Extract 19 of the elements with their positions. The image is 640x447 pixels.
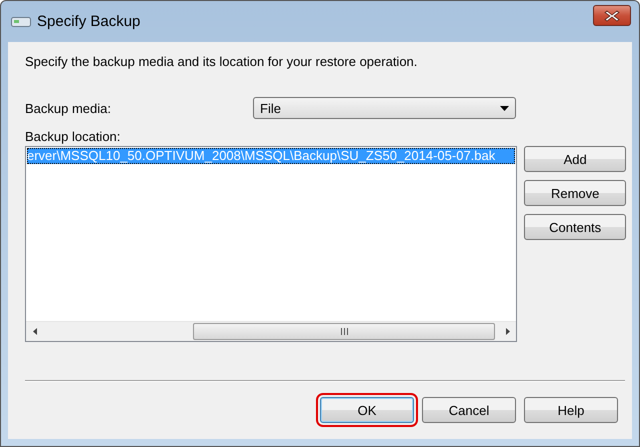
close-icon: [604, 10, 620, 22]
dialog-button[interactable]: Remove: [524, 180, 626, 206]
grip-icon: [340, 328, 348, 335]
dialog-button[interactable]: Cancel: [422, 397, 516, 423]
left-arrow-icon: [32, 328, 36, 335]
close-button[interactable]: [593, 5, 631, 26]
field-label: Backup media:: [25, 100, 112, 116]
scroll-thumb[interactable]: [193, 323, 495, 340]
scroll-bar[interactable]: [26, 321, 516, 341]
media-dropdown[interactable]: File: [253, 97, 516, 119]
window-icon: [11, 16, 31, 26]
dialog-button[interactable]: Add: [524, 146, 626, 172]
dialog-button[interactable]: Contents: [524, 214, 626, 240]
instruction-text: Specify the backup media and its location for your restore operation.: [25, 54, 418, 69]
dialog-button[interactable]: Help: [524, 397, 618, 423]
window-title: Specify Backup: [37, 13, 140, 30]
caret-icon: [500, 106, 509, 110]
right-arrow-icon: [506, 328, 510, 335]
field-label: Backup location:: [25, 129, 120, 144]
